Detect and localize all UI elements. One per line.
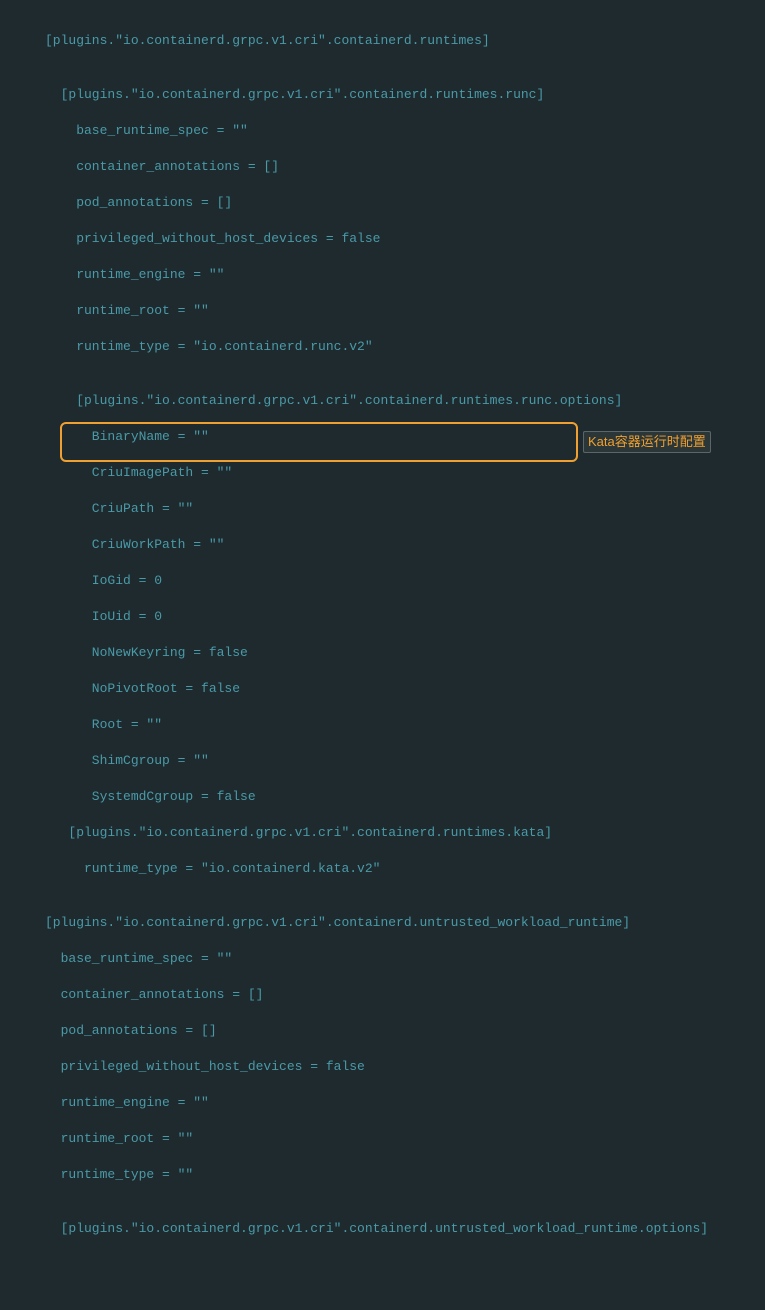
code-line: runtime_type = "io.containerd.kata.v2" [45, 860, 765, 878]
code-line: privileged_without_host_devices = false [45, 1058, 765, 1076]
code-line: CriuPath = "" [45, 500, 765, 518]
code-line: SystemdCgroup = false [45, 788, 765, 806]
code-line: base_runtime_spec = "" [45, 122, 765, 140]
code-line: Root = "" [45, 716, 765, 734]
code-line: IoUid = 0 [45, 608, 765, 626]
code-line: runtime_engine = "" [45, 266, 765, 284]
code-line: container_annotations = [] [45, 158, 765, 176]
code-line: NoNewKeyring = false [45, 644, 765, 662]
code-line: runtime_root = "" [45, 302, 765, 320]
code-line: pod_annotations = [] [45, 1022, 765, 1040]
code-line: [plugins."io.containerd.grpc.v1.cri".con… [45, 86, 765, 104]
code-line: [plugins."io.containerd.grpc.v1.cri".con… [45, 1220, 765, 1238]
code-line: container_annotations = [] [45, 986, 765, 1004]
code-block: [plugins."io.containerd.grpc.v1.cri".con… [0, 0, 765, 1310]
code-line: [plugins."io.containerd.grpc.v1.cri".con… [45, 392, 765, 410]
code-line: runtime_type = "" [45, 1166, 765, 1184]
code-line: runtime_engine = "" [45, 1094, 765, 1112]
code-line: IoGid = 0 [45, 572, 765, 590]
code-line: [plugins."io.containerd.grpc.v1.cri".con… [45, 914, 765, 932]
code-line: base_runtime_spec = "" [45, 950, 765, 968]
code-line: privileged_without_host_devices = false [45, 230, 765, 248]
code-line: [plugins."io.containerd.grpc.v1.cri".con… [45, 824, 765, 842]
code-line: CriuWorkPath = "" [45, 536, 765, 554]
code-line: ShimCgroup = "" [45, 752, 765, 770]
code-line: CriuImagePath = "" [45, 464, 765, 482]
code-line: pod_annotations = [] [45, 194, 765, 212]
annotation-label: Kata容器运行时配置 [583, 431, 711, 453]
code-line: runtime_root = "" [45, 1130, 765, 1148]
code-line: [plugins."io.containerd.grpc.v1.cri".con… [45, 32, 765, 50]
code-line: runtime_type = "io.containerd.runc.v2" [45, 338, 765, 356]
code-line: NoPivotRoot = false [45, 680, 765, 698]
